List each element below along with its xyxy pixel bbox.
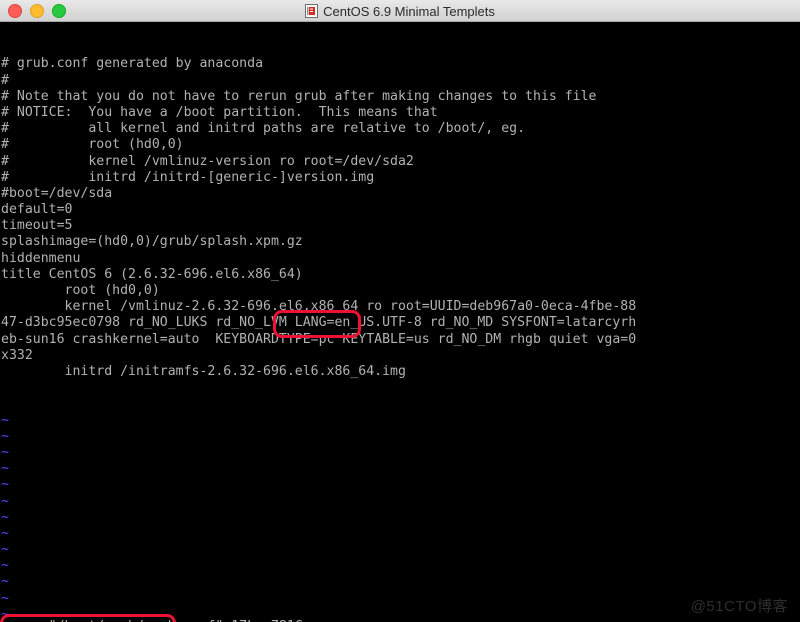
window-title: CentOS 6.9 Minimal Templets xyxy=(323,3,495,19)
editor-line: x332 xyxy=(1,347,33,363)
editor-line: eb-sun16 crashkernel=auto KEYBOARDTYPE=p… xyxy=(1,331,637,347)
editor-line: # initrd /initrd-[generic-]version.img xyxy=(1,169,375,185)
editor-empty-line-marker: ~ xyxy=(1,574,9,590)
maximize-button[interactable] xyxy=(52,3,66,18)
editor-line: timeout=5 xyxy=(1,218,73,234)
editor-line: title CentOS 6 (2.6.32-696.el6.x86_64) xyxy=(1,266,303,282)
editor-line: # xyxy=(1,72,9,88)
terminal-window: CentOS 6.9 Minimal Templets # grub.conf … xyxy=(0,0,800,622)
editor-line: root (hd0,0) xyxy=(1,283,160,299)
editor-line: # NOTICE: You have a /boot partition. Th… xyxy=(1,104,438,120)
editor-empty-line-marker: ~ xyxy=(1,412,9,428)
editor-empty-line-marker: ~ xyxy=(1,542,9,558)
close-button[interactable] xyxy=(8,3,22,18)
editor-line: # grub.conf generated by anaconda xyxy=(1,56,264,72)
editor-line: # root (hd0,0) xyxy=(1,137,184,153)
editor-line: initrd /initramfs-2.6.32-696.el6.x86_64.… xyxy=(1,363,406,379)
editor-line: # all kernel and initrd paths are relati… xyxy=(1,121,526,137)
editor-line: #boot=/dev/sda xyxy=(1,185,113,201)
window-title-group: CentOS 6.9 Minimal Templets xyxy=(0,0,800,22)
editor-empty-line-marker: ~ xyxy=(1,558,9,574)
window-controls xyxy=(0,3,66,18)
editor-empty-line-marker: ~ xyxy=(1,509,9,525)
editor-text-area[interactable]: # grub.conf generated by anaconda # # Note… xyxy=(1,56,800,380)
editor-line: splashimage=(hd0,0)/grub/splash.xpm.gz xyxy=(1,234,303,250)
editor-empty-line-marker: ~ xyxy=(1,477,9,493)
editor-line: hiddenmenu xyxy=(1,250,81,266)
editor-empty-line-marker: ~ xyxy=(1,493,9,509)
editor-line: default=0 xyxy=(1,202,73,218)
editor-empty-line-marker: ~ xyxy=(1,428,9,444)
minimize-button[interactable] xyxy=(30,3,44,18)
editor-line: 47-d3bc95ec0798 rd_NO_LUKS rd_NO_LVM LAN… xyxy=(1,315,637,331)
editor-line: kernel /vmlinuz-2.6.32-696.el6.x86_64 ro… xyxy=(1,299,637,315)
editor-empty-line-marker: ~ xyxy=(1,525,9,541)
editor-empty-line-marker: ~ xyxy=(1,461,9,477)
terminal-screen[interactable]: # grub.conf generated by anaconda # # Note… xyxy=(0,22,800,622)
watermark-label: @51CTO博客 xyxy=(690,597,788,615)
editor-empty-lines: ~~~~~~~~~~~~~~~~~ xyxy=(1,413,800,622)
editor-status-line: "/boot/grub/grub.conf" 17L, 781C xyxy=(1,601,303,622)
editor-line: # kernel /vmlinuz-version ro root=/dev/s… xyxy=(1,153,414,169)
document-icon xyxy=(305,4,319,18)
editor-empty-line-marker: ~ xyxy=(1,444,9,460)
editor-line: # Note that you do not have to rerun gru… xyxy=(1,88,597,104)
window-titlebar: CentOS 6.9 Minimal Templets xyxy=(0,0,800,22)
